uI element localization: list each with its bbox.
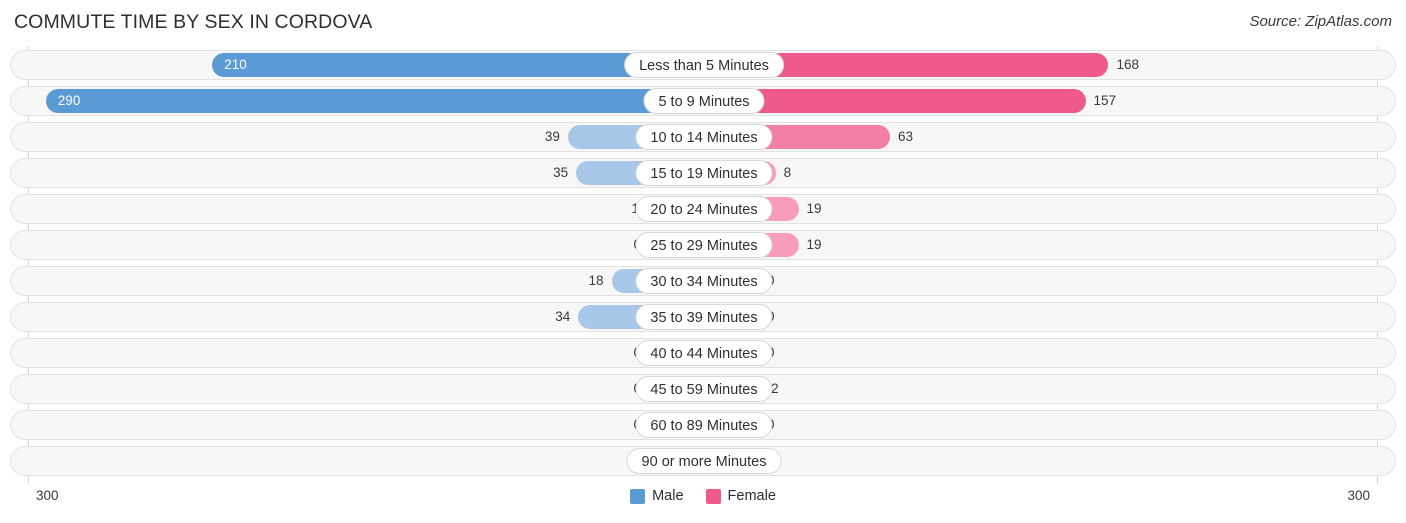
row-bars: 290 157 5 to 9 Minutes	[11, 87, 1397, 115]
value-label-male: 290	[57, 93, 81, 108]
value-label-female: 168	[1116, 57, 1139, 72]
value-label-male: 0	[571, 411, 641, 439]
value-label-female: 19	[806, 201, 822, 216]
bar-male[interactable]	[45, 89, 704, 113]
table-row[interactable]: 0 245 to 59 Minutes	[10, 374, 1396, 404]
value-label-male: 34	[555, 309, 571, 324]
row-bars: 0 19 25 to 29 Minutes	[11, 231, 1397, 259]
legend-label-female: Female	[727, 488, 776, 504]
value-label-male: 210	[224, 57, 247, 72]
category-label: 90 or more Minutes	[626, 448, 782, 474]
category-label: 5 to 9 Minutes	[643, 88, 765, 114]
value-label-female: 19	[806, 237, 822, 252]
value-label-male: 0	[571, 231, 641, 259]
legend-item-male[interactable]: Male	[630, 488, 684, 504]
table-row[interactable]: 18 030 to 34 Minutes	[10, 266, 1396, 296]
row-bars: 0090 or more Minutes	[11, 447, 1397, 475]
value-label-male: 18	[588, 273, 604, 288]
category-label: 20 to 24 Minutes	[635, 196, 773, 222]
legend-swatch-male-icon	[630, 488, 646, 504]
row-bars: 1 19 20 to 24 Minutes	[11, 195, 1397, 223]
value-label-female: 0	[767, 267, 847, 295]
row-bars: 0 245 to 59 Minutes	[11, 375, 1397, 403]
value-label-male: 0	[571, 375, 641, 403]
value-label-male: 0	[571, 339, 641, 367]
value-label-female: 157	[1093, 93, 1117, 108]
category-label: 25 to 29 Minutes	[635, 232, 773, 258]
value-label-male: 39	[544, 129, 560, 144]
category-label: 60 to 89 Minutes	[635, 412, 773, 438]
value-label-male: 35	[553, 165, 569, 180]
legend-item-female[interactable]: Female	[705, 488, 776, 504]
commute-time-chart: COMMUTE TIME BY SEX IN CORDOVA Source: Z…	[0, 0, 1406, 523]
table-row[interactable]: 0 19 25 to 29 Minutes	[10, 230, 1396, 260]
legend-swatch-female-icon	[705, 488, 721, 504]
page-title: COMMUTE TIME BY SEX IN CORDOVA	[14, 11, 373, 33]
value-label-female: 2	[771, 381, 779, 396]
chart-header: COMMUTE TIME BY SEX IN CORDOVA Source: Z…	[0, 0, 1406, 46]
plot-area: 210 168 Less than 5 Minutes 290 157 5 to 9 Mi…	[0, 46, 1406, 484]
row-bars: 18 030 to 34 Minutes	[11, 267, 1397, 295]
value-label-female: 0	[767, 303, 847, 331]
chart-legend: Male Female	[0, 488, 1406, 504]
category-label: 35 to 39 Minutes	[635, 304, 773, 330]
value-label-female: 0	[767, 339, 847, 367]
row-bars: 0 040 to 44 Minutes	[11, 339, 1397, 367]
category-label: 15 to 19 Minutes	[635, 160, 773, 186]
source-attribution: Source: ZipAtlas.com	[1249, 13, 1392, 30]
value-label-female: 0	[767, 411, 847, 439]
table-row[interactable]: 0 060 to 89 Minutes	[10, 410, 1396, 440]
table-row[interactable]: 0090 or more Minutes	[10, 446, 1396, 476]
row-bars: 210 168 Less than 5 Minutes	[11, 51, 1397, 79]
table-row[interactable]: 39 63 10 to 14 Minutes	[10, 122, 1396, 152]
chart-footer: 300 300 Male Female	[0, 484, 1406, 523]
table-row[interactable]: 210 168 Less than 5 Minutes	[10, 50, 1396, 80]
category-label: 40 to 44 Minutes	[635, 340, 773, 366]
table-row[interactable]: 0 040 to 44 Minutes	[10, 338, 1396, 368]
table-row[interactable]: 35 8 15 to 19 Minutes	[10, 158, 1396, 188]
row-bars: 39 63 10 to 14 Minutes	[11, 123, 1397, 151]
category-label: 45 to 59 Minutes	[635, 376, 773, 402]
row-bars: 0 060 to 89 Minutes	[11, 411, 1397, 439]
value-label-male: 1	[569, 195, 639, 223]
table-row[interactable]: 34 035 to 39 Minutes	[10, 302, 1396, 332]
value-label-female: 63	[898, 129, 914, 144]
category-label: 10 to 14 Minutes	[635, 124, 773, 150]
table-row[interactable]: 290 157 5 to 9 Minutes	[10, 86, 1396, 116]
value-label-female: 8	[783, 165, 792, 180]
row-bars: 35 8 15 to 19 Minutes	[11, 159, 1397, 187]
table-row[interactable]: 1 19 20 to 24 Minutes	[10, 194, 1396, 224]
category-label: Less than 5 Minutes	[624, 52, 784, 78]
legend-label-male: Male	[652, 488, 684, 504]
row-bars: 34 035 to 39 Minutes	[11, 303, 1397, 331]
category-label: 30 to 34 Minutes	[635, 268, 773, 294]
